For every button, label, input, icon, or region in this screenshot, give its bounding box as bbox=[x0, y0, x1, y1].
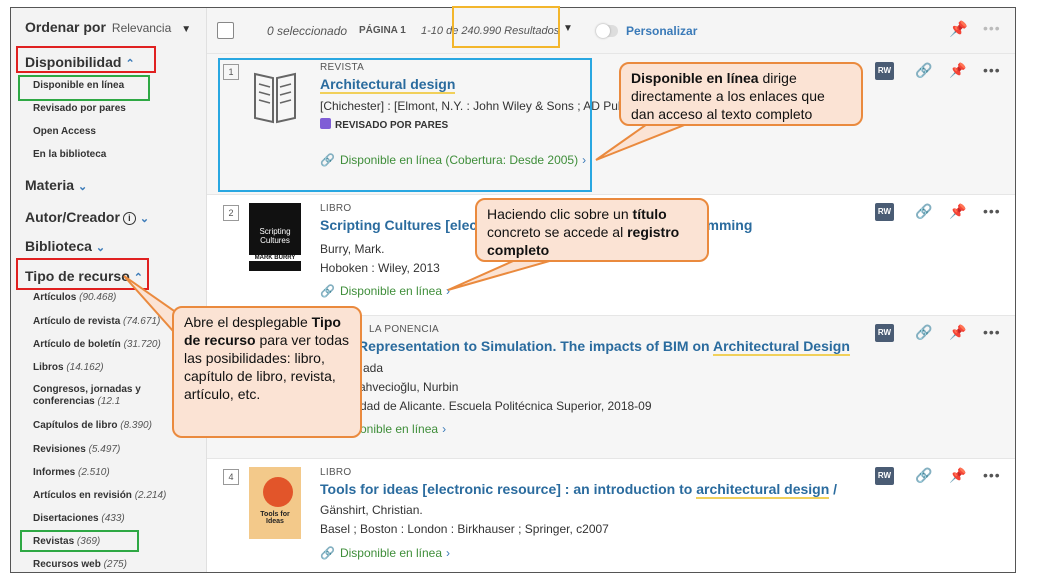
pointer-online bbox=[595, 121, 693, 161]
callout-text: Haciendo clic sobre un bbox=[487, 206, 633, 222]
callout-title: Haciendo clic sobre un título concreto s… bbox=[475, 198, 709, 262]
callout-online: Disponible en línea dirige directamente … bbox=[619, 62, 863, 126]
callout-text: concreto se accede al bbox=[487, 224, 628, 240]
pointer-title bbox=[447, 257, 561, 291]
callout-resource-type: Abre el desplegable Tipo de recurso para… bbox=[172, 306, 362, 438]
callout-pointers bbox=[123, 121, 693, 353]
callout-bold: título bbox=[632, 206, 667, 222]
callout-bold: Disponible en línea bbox=[631, 70, 759, 86]
callout-text: Abre el desplegable bbox=[184, 314, 312, 330]
